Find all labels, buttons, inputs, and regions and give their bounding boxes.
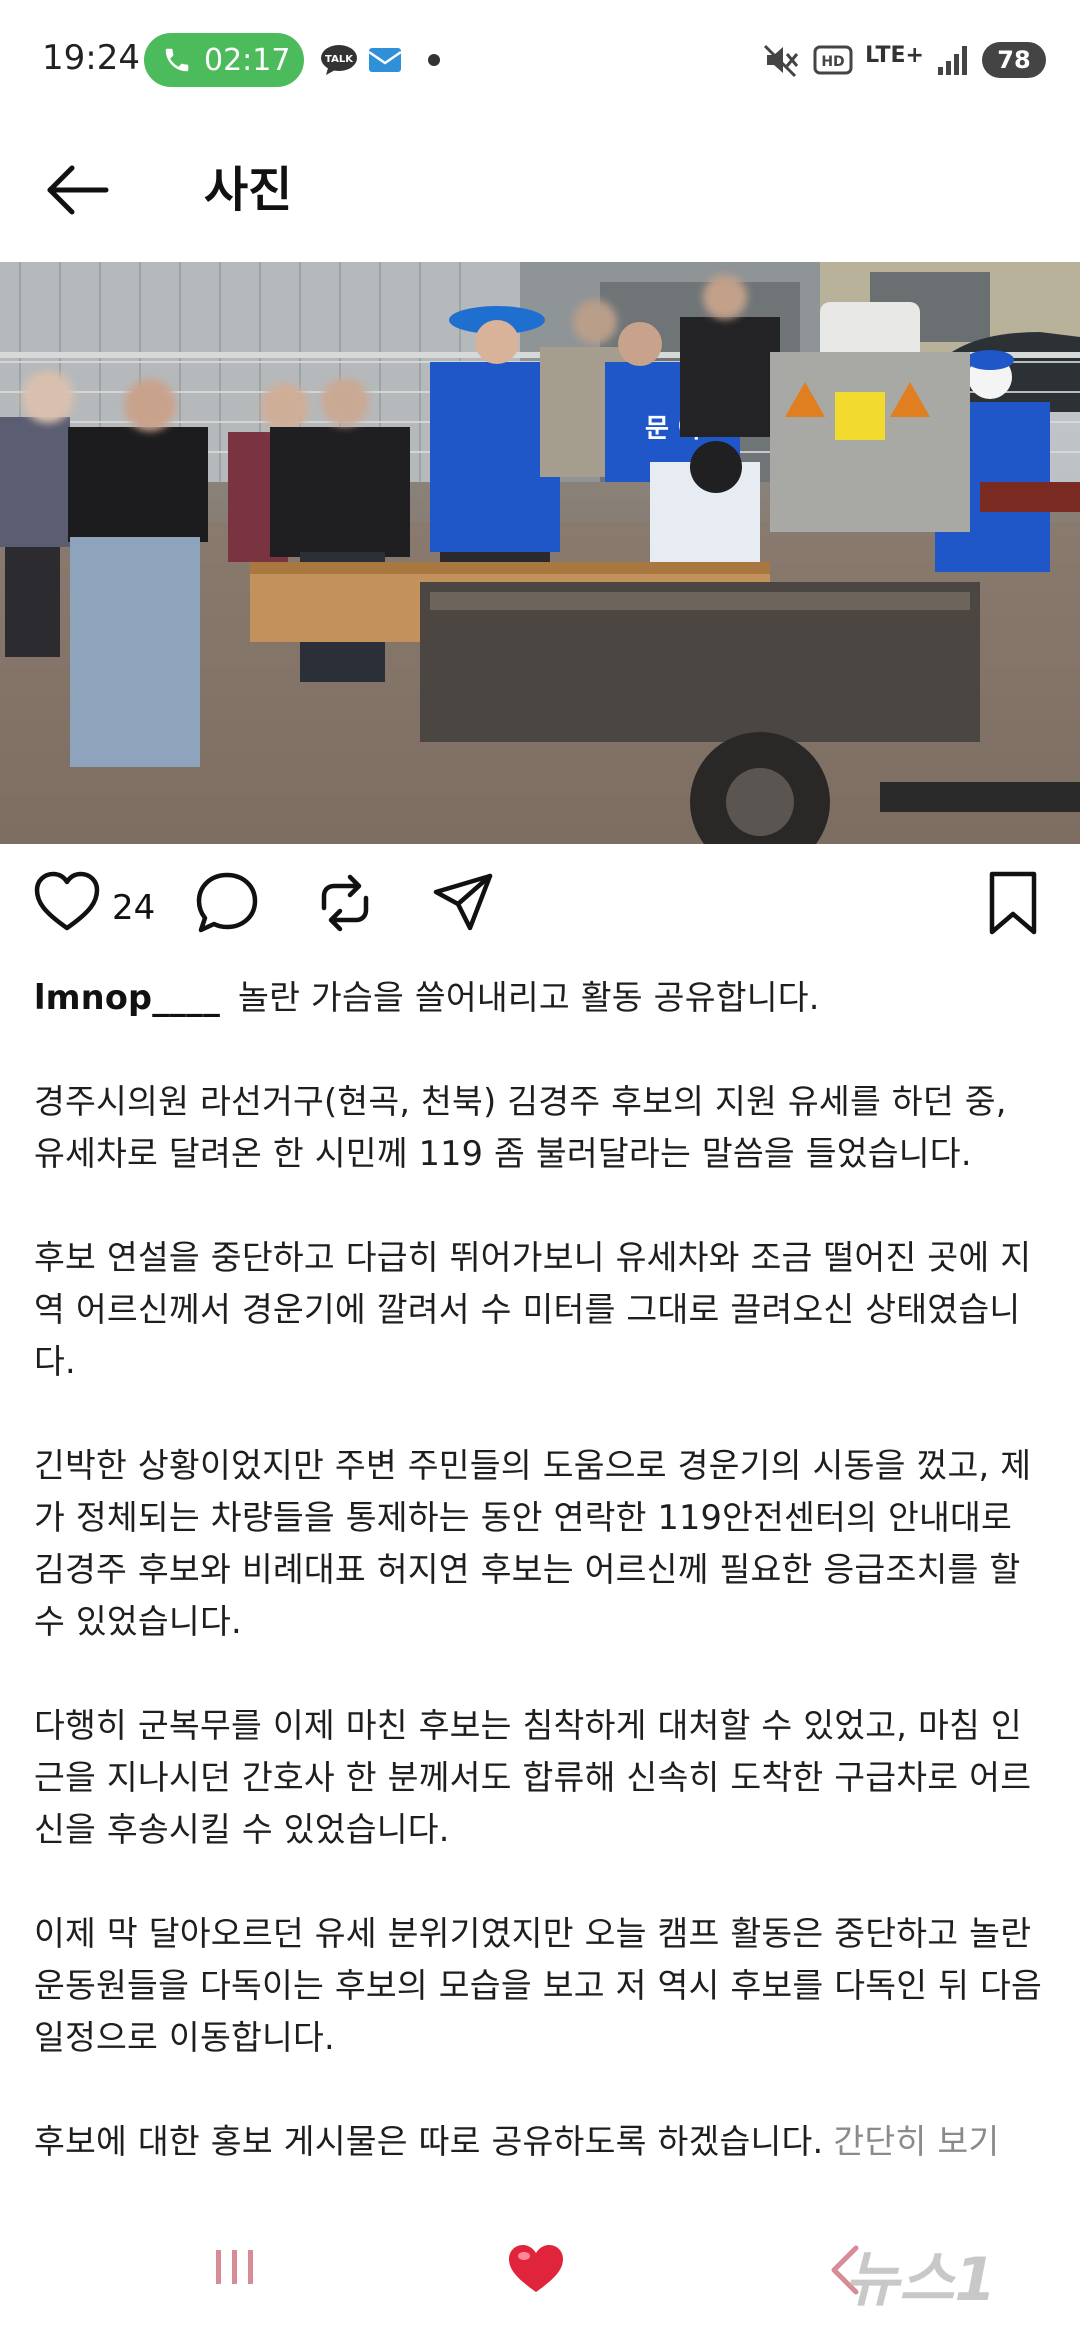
page-title: 사진 xyxy=(204,162,293,218)
system-nav-bar: 뉴스1 xyxy=(0,2210,1080,2340)
status-bar: 19:24 02:17 TALK HD LTE+ 78 xyxy=(0,0,1080,120)
post-caption: lmnop____ 놀란 가슴을 쓸어내리고 활동 공유합니다. 경주시의원 라선… xyxy=(34,972,1046,2220)
network-type: LTE+ xyxy=(865,43,924,68)
caption-paragraph: 경주시의원 라선거구(현곡, 천북) 김경주 후보의 지원 유세를 하던 중, … xyxy=(34,1082,1007,1173)
notification-dot xyxy=(428,54,440,66)
signal-icon xyxy=(938,46,967,75)
caption-paragraph: 후보 연설을 중단하고 다급히 뛰어가보니 유세차와 조금 떨어진 곳에 지역 … xyxy=(34,1238,1032,1381)
svg-text:뉴스1: 뉴스1 xyxy=(844,2245,996,2315)
post-actions: 24 xyxy=(0,868,1080,948)
mute-icon xyxy=(764,44,799,78)
call-indicator[interactable]: 02:17 xyxy=(144,33,304,87)
post-photo[interactable]: 문 아 xyxy=(0,262,1080,844)
caption-last-line: 후보에 대한 홍보 게시물은 따로 공유하도록 하겠습니다. 간단히 보기 xyxy=(34,2116,1046,2168)
phone-icon xyxy=(165,48,189,72)
caption-paragraph: 이제 막 달아오르던 유세 분위기였지만 오늘 캠프 활동은 중단하고 놀란 운… xyxy=(34,1914,1043,2057)
comment-icon[interactable] xyxy=(192,868,262,938)
recent-apps-icon[interactable] xyxy=(210,2244,260,2290)
caption-headline: lmnop____ 놀란 가슴을 쓸어내리고 활동 공유합니다. xyxy=(34,972,1046,1024)
bookmark-icon[interactable] xyxy=(978,868,1048,938)
heart-icon[interactable] xyxy=(32,868,102,938)
username[interactable]: lmnop____ xyxy=(34,978,220,1017)
hd-icon: HD xyxy=(813,45,853,75)
show-less-link[interactable]: 간단히 보기 xyxy=(833,2122,999,2161)
headline-text: 놀란 가슴을 쓸어내리고 활동 공유합니다. xyxy=(238,978,820,1017)
like-count[interactable]: 24 xyxy=(112,888,155,928)
photo-scene: 문 아 xyxy=(0,262,1080,844)
watermark-logo: 뉴스1 xyxy=(836,2232,1072,2322)
mail-icon xyxy=(368,48,402,72)
call-timer: 02:17 xyxy=(204,42,291,78)
svg-text:TALK: TALK xyxy=(325,54,354,65)
status-time: 19:24 xyxy=(42,38,140,78)
app-bar: 사진 xyxy=(0,120,1080,260)
home-heart-icon[interactable] xyxy=(506,2242,566,2296)
battery-indicator: 78 xyxy=(982,42,1046,78)
share-icon[interactable] xyxy=(428,868,498,938)
last-line-text: 후보에 대한 홍보 게시물은 따로 공유하도록 하겠습니다. xyxy=(34,2122,824,2161)
caption-paragraph: 다행히 군복무를 이제 마친 후보는 침착하게 대처할 수 있었고, 마침 인근… xyxy=(34,1706,1032,1849)
repost-icon[interactable] xyxy=(310,868,380,938)
svg-text:HD: HD xyxy=(821,54,844,70)
caption-paragraph: 긴박한 상황이었지만 주변 주민들의 도움으로 경운기의 시동을 껐고, 제가 … xyxy=(34,1446,1032,1641)
arrow-left-icon[interactable] xyxy=(44,160,112,220)
talk-icon: TALK xyxy=(321,45,357,75)
